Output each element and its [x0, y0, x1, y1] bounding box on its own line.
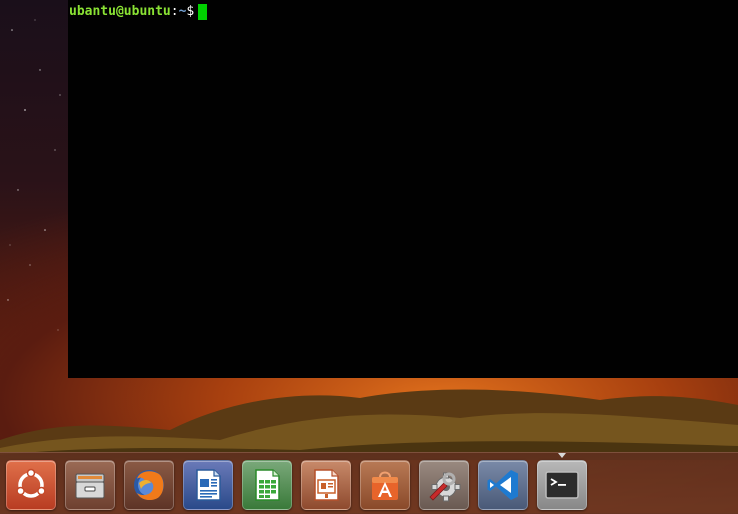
- prompt-symbol: $: [186, 4, 195, 19]
- launcher-item-dash[interactable]: [6, 460, 56, 510]
- libreoffice-writer-icon: [196, 469, 221, 501]
- launcher-item-writer[interactable]: [183, 460, 233, 510]
- software-center-icon: [372, 471, 398, 500]
- terminal-icon: [545, 471, 579, 499]
- system-settings-icon: [429, 472, 461, 502]
- libreoffice-impress-icon: [314, 469, 339, 501]
- prompt-user-host: ubantu@ubuntu: [69, 4, 171, 19]
- ubuntu-dash-icon: [16, 468, 46, 498]
- launcher-item-calc[interactable]: [242, 460, 292, 510]
- terminal-window[interactable]: ubantu@ubuntu:~$: [68, 0, 738, 378]
- launcher-item-impress[interactable]: [301, 460, 351, 510]
- files-icon: [75, 473, 105, 499]
- launcher-item-firefox[interactable]: [124, 460, 174, 510]
- firefox-icon: [134, 470, 164, 501]
- prompt-colon: :: [170, 4, 179, 19]
- launcher-item-terminal[interactable]: [537, 460, 587, 510]
- vscode-icon: [487, 470, 518, 500]
- active-window-marker: [558, 453, 566, 458]
- launcher-item-vscode[interactable]: [478, 460, 528, 510]
- text-cursor: [198, 4, 208, 20]
- launcher-item-software-center[interactable]: [360, 460, 410, 510]
- terminal-prompt: ubantu@ubuntu:~$: [69, 4, 208, 20]
- launcher-item-files[interactable]: [65, 460, 115, 510]
- desert-hills: [0, 389, 738, 460]
- launcher-dock: [0, 452, 738, 514]
- libreoffice-calc-icon: [255, 469, 280, 501]
- launcher-item-settings[interactable]: [419, 460, 469, 510]
